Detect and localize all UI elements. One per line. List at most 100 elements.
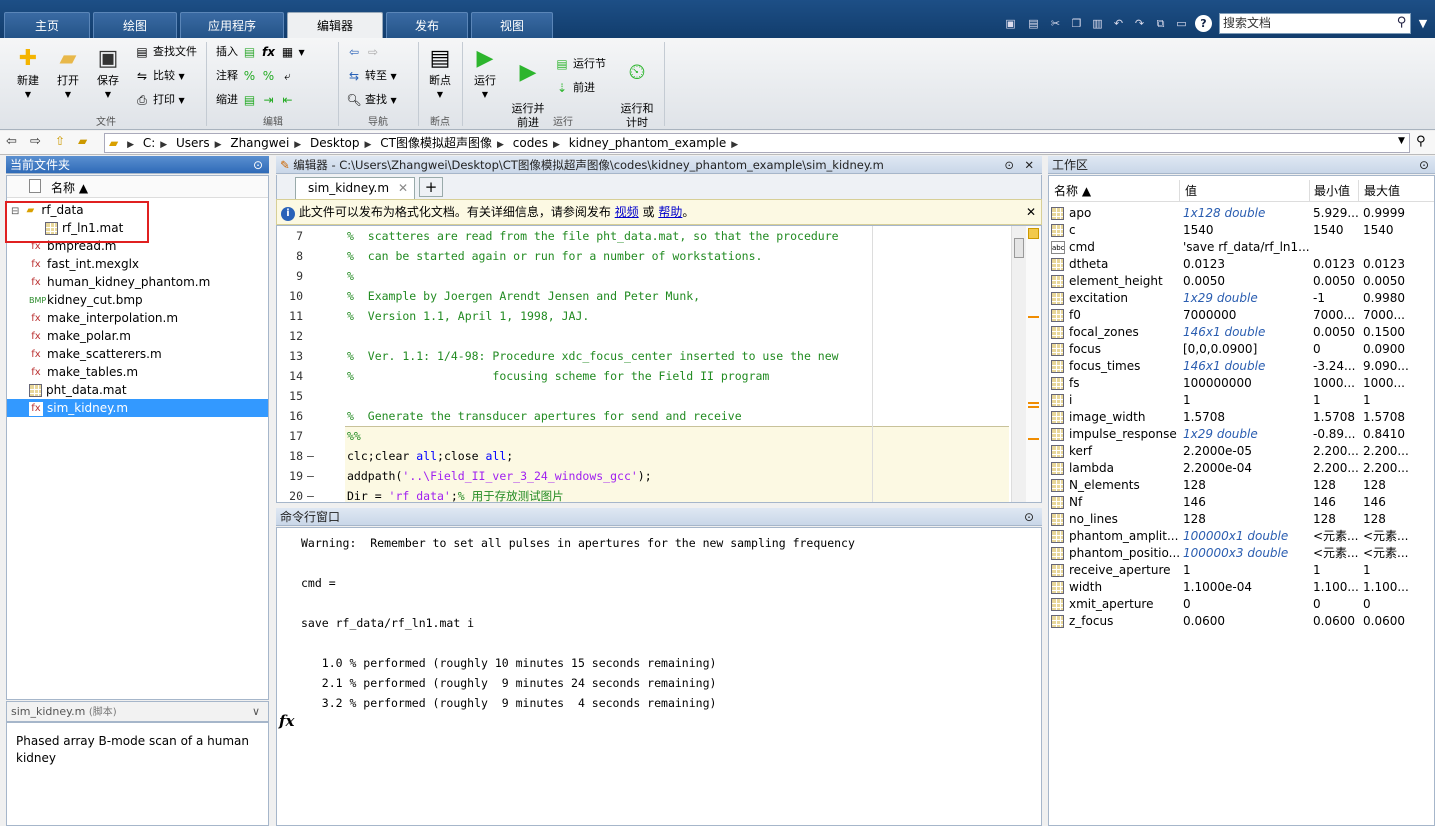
workspace-row[interactable]: width 1.1000e-04 1.100... 1.100... xyxy=(1049,579,1432,596)
ws-col-value[interactable]: 值 xyxy=(1185,180,1197,202)
breadcrumb-item[interactable]: C: xyxy=(143,134,155,152)
filter-icon[interactable]: ▼ xyxy=(1414,13,1432,34)
ws-col-name[interactable]: 名称 ▲ xyxy=(1054,180,1091,202)
paste-icon[interactable]: ▥ xyxy=(1089,15,1106,32)
command-window[interactable]: Warning: Remember to set all pulses in a… xyxy=(276,527,1042,826)
save-button[interactable]: ▣ 保存 ▼ xyxy=(90,46,126,102)
up-folder-icon[interactable]: ⇧ xyxy=(55,134,65,148)
indent-button[interactable]: 缩进 ▤ ⇥ ⇤ xyxy=(216,90,299,110)
video-link[interactable]: 视频 xyxy=(615,205,639,219)
file-row-sim-kidney[interactable]: fx sim_kidney.m xyxy=(7,399,268,417)
switch-windows-icon[interactable]: ⧉ xyxy=(1152,15,1169,32)
breadcrumb-item[interactable]: Users xyxy=(176,134,210,152)
code-line[interactable]: 9% xyxy=(277,266,1005,286)
workspace-row[interactable]: focus [0,0,0.0900] 0 0.0900 xyxy=(1049,341,1432,358)
tab-home[interactable]: 主页 xyxy=(4,12,90,38)
cut-icon[interactable]: ✂ xyxy=(1047,15,1064,32)
code-line[interactable]: 11 % Version 1.1, April 1, 1998, JAJ. xyxy=(277,306,1005,326)
file-row-make-tables[interactable]: fx make_tables.m xyxy=(7,363,266,381)
workspace-row[interactable]: no_lines 128 128 128 xyxy=(1049,511,1432,528)
line-number[interactable]: 11 xyxy=(277,306,303,326)
find-button[interactable]: 🔍︎ 查找 ▼ xyxy=(346,90,396,110)
print-button[interactable]: ⎙ 打印 ▼ xyxy=(134,90,184,110)
line-number[interactable]: 15 xyxy=(277,386,303,406)
breadcrumb-item[interactable]: codes xyxy=(513,134,548,152)
line-number[interactable]: 12 xyxy=(277,326,303,346)
code-line[interactable]: 16 % Generate the transducer apertures fo… xyxy=(277,406,1005,426)
code-line[interactable]: 10 % Example by Joergen Arendt Jensen and… xyxy=(277,286,1005,306)
tab-editor[interactable]: 编辑器 xyxy=(287,12,383,38)
insert-button[interactable]: 插入 ▤ fx ▦ ▼ xyxy=(216,42,305,62)
add-tab-icon[interactable]: + xyxy=(419,177,443,197)
workspace-row[interactable]: phantom_amplit... 100000x1 double <元素... <元… xyxy=(1049,528,1432,545)
editor-file-tab[interactable]: sim_kidney.m ✕ xyxy=(295,177,415,199)
tab-plots[interactable]: 绘图 xyxy=(93,12,177,38)
panel-menu-icon[interactable]: ⊙ xyxy=(1004,156,1014,174)
workspace-row[interactable]: kerf 2.2000e-05 2.200... 2.200... xyxy=(1049,443,1432,460)
fx-prompt-icon[interactable]: fx xyxy=(279,712,294,730)
file-row-make-scatterers[interactable]: fx make_scatterers.m xyxy=(7,345,266,363)
file-row-make-polar[interactable]: fx make_polar.m xyxy=(7,327,266,345)
panel-menu-icon[interactable]: ⊙ xyxy=(1419,156,1429,174)
close-icon[interactable]: ✕ xyxy=(1026,200,1036,224)
workspace-row[interactable]: focal_zones 146x1 double 0.0050 0.1500 xyxy=(1049,324,1432,341)
code-line[interactable]: 15 xyxy=(277,386,1005,406)
line-number[interactable]: 20 xyxy=(277,486,303,502)
workspace-row[interactable]: receive_aperture 1 1 1 xyxy=(1049,562,1432,579)
comment-button[interactable]: 注释 %% ⤶ xyxy=(216,66,299,86)
workspace-row[interactable]: abc cmd 'save rf_data/rf_ln1.... xyxy=(1049,239,1432,256)
save-quick-icon[interactable]: ▤ xyxy=(1025,15,1042,32)
code-line[interactable]: 12 xyxy=(277,326,1005,346)
back-forward-button[interactable]: ⇦ ⇨ xyxy=(346,42,384,62)
line-number[interactable]: 19 xyxy=(277,466,303,486)
workspace-row[interactable]: excitation 1x29 double -1 0.9980 xyxy=(1049,290,1432,307)
line-number[interactable]: 8 xyxy=(277,246,303,266)
advance-button[interactable]: ⇣ 前进 xyxy=(554,78,595,98)
browse-folder-icon[interactable]: ▰ xyxy=(78,134,87,148)
file-row-make-interpolation[interactable]: fx make_interpolation.m xyxy=(7,309,266,327)
workspace-row[interactable]: xmit_aperture 0 0 0 xyxy=(1049,596,1432,613)
layout-icon[interactable]: ▣ xyxy=(1002,15,1019,32)
window-icon[interactable]: ▭ xyxy=(1173,15,1190,32)
workspace-row[interactable]: apo 1x128 double 5.929... 0.9999 xyxy=(1049,205,1432,222)
close-tab-icon[interactable]: ✕ xyxy=(398,178,408,198)
tab-apps[interactable]: 应用程序 xyxy=(180,12,284,38)
tab-view[interactable]: 视图 xyxy=(471,12,553,38)
details-header[interactable]: sim_kidney.m (脚本) ∨ xyxy=(6,701,269,722)
code-line[interactable]: 20– Dir = 'rf_data';% 用于存放测试图片 xyxy=(277,486,1005,502)
new-button[interactable]: ✚ 新建 ▼ xyxy=(10,46,46,102)
code-line[interactable]: 14 % focusing scheme for the Field II pro… xyxy=(277,366,1005,386)
undo-icon[interactable]: ↶ xyxy=(1110,15,1127,32)
line-number[interactable]: 14 xyxy=(277,366,303,386)
line-number[interactable]: 7 xyxy=(277,226,303,246)
workspace-row[interactable]: c 1540 1540 1540 xyxy=(1049,222,1432,239)
breakpoint-gutter[interactable]: – xyxy=(307,466,314,486)
workspace-row[interactable]: N_elements 128 128 128 xyxy=(1049,477,1432,494)
line-number[interactable]: 18 xyxy=(277,446,303,466)
file-row-kidney-cut[interactable]: BMPkidney_cut.bmp xyxy=(7,291,266,309)
open-button[interactable]: ▰ 打开 ▼ xyxy=(50,46,86,102)
workspace-row[interactable]: i 1 1 1 xyxy=(1049,392,1432,409)
workspace-row[interactable]: lambda 2.2000e-04 2.200... 2.200... xyxy=(1049,460,1432,477)
workspace-row[interactable]: impulse_response 1x29 double -0.89... 0.841… xyxy=(1049,426,1432,443)
copy-icon[interactable]: ❐ xyxy=(1068,15,1085,32)
warning-indicator[interactable] xyxy=(1028,228,1039,239)
warning-mark[interactable] xyxy=(1028,438,1039,440)
chevron-down-icon[interactable]: ∨ xyxy=(252,702,260,722)
compare-button[interactable]: ⇋ 比较 ▼ xyxy=(134,66,185,86)
workspace-row[interactable]: z_focus 0.0600 0.0600 0.0600 xyxy=(1049,613,1432,630)
warning-mark[interactable] xyxy=(1028,316,1039,318)
path-dropdown-icon[interactable]: ▼ xyxy=(1398,136,1405,146)
panel-menu-icon[interactable]: ⊙ xyxy=(253,156,263,174)
breadcrumb-item[interactable]: kidney_phantom_example xyxy=(569,134,727,152)
goto-button[interactable]: ⇆ 转至 ▼ xyxy=(346,66,397,86)
breakpoint-gutter[interactable]: – xyxy=(307,446,314,466)
breadcrumb-item[interactable]: Desktop xyxy=(310,134,360,152)
warning-mark[interactable] xyxy=(1028,402,1039,404)
ws-col-min[interactable]: 最小值 xyxy=(1314,180,1350,202)
line-number[interactable]: 17 xyxy=(277,426,303,446)
line-number[interactable]: 9 xyxy=(277,266,303,286)
tab-publish[interactable]: 发布 xyxy=(386,12,468,38)
code-line[interactable]: 17%% xyxy=(277,426,1005,446)
code-line[interactable]: 18– clc;clear all;close all; xyxy=(277,446,1005,466)
